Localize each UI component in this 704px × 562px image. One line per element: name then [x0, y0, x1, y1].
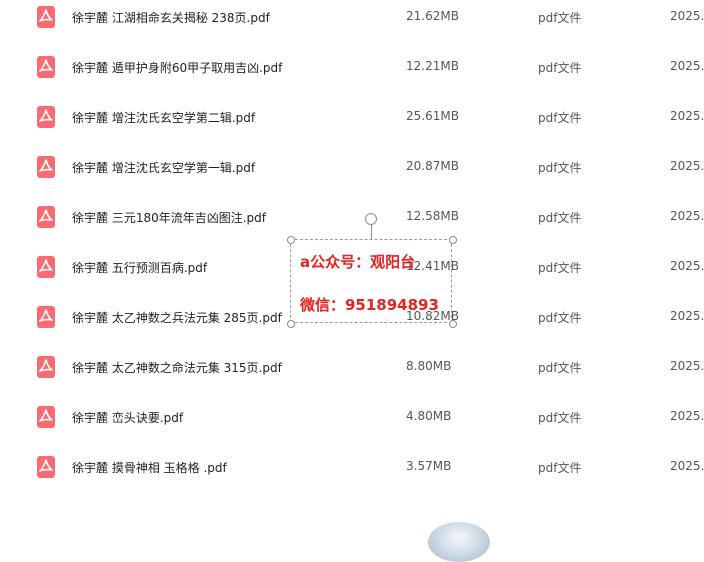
- resize-handle-bottom-left[interactable]: [287, 320, 295, 328]
- file-name: 徐宇麓 摸骨神相 玉格格 .pdf: [72, 461, 227, 475]
- file-date: 2025.0: [670, 209, 704, 223]
- pdf-file-icon: [37, 156, 55, 178]
- file-size: 21.62MB: [406, 9, 459, 23]
- file-row[interactable]: 徐宇麓 江湖相命玄关揭秘 238页.pdf 21.62MB pdf文件 2025…: [0, 0, 704, 42]
- file-type: pdf文件: [538, 61, 582, 75]
- file-date: 2025.0: [670, 59, 704, 73]
- pdf-file-icon: [37, 106, 55, 128]
- watermark-line-1: a公众号：观阳台: [300, 253, 416, 271]
- file-date: 2025.0: [670, 459, 704, 473]
- file-row[interactable]: 徐宇麓 峦头诀要.pdf 4.80MB pdf文件 2025.0: [0, 392, 704, 442]
- pdf-file-icon: [37, 56, 55, 78]
- file-name: 徐宇麓 遁甲护身附60甲子取用吉凶.pdf: [72, 61, 283, 75]
- file-size: 8.80MB: [406, 359, 452, 373]
- file-row[interactable]: 徐宇麓 摸骨神相 玉格格 .pdf 3.57MB pdf文件 2025.0: [0, 442, 704, 492]
- file-name: 徐宇麓 增注沈氏玄空学第二辑.pdf: [72, 111, 256, 125]
- pdf-file-icon: [37, 356, 55, 378]
- file-date: 2025.0: [670, 109, 704, 123]
- file-name: 徐宇麓 增注沈氏玄空学第一辑.pdf: [72, 161, 256, 175]
- file-date: 2025.0: [670, 309, 704, 323]
- file-type: pdf文件: [538, 461, 582, 475]
- file-size: 25.61MB: [406, 109, 459, 123]
- rotate-handle[interactable]: [365, 213, 377, 225]
- file-size: 4.80MB: [406, 409, 452, 423]
- pdf-file-icon: [37, 306, 55, 328]
- file-name: 徐宇麓 峦头诀要.pdf: [72, 411, 184, 425]
- file-type: pdf文件: [538, 211, 582, 225]
- file-name: 徐宇麓 太乙神数之命法元集 315页.pdf: [72, 361, 282, 375]
- file-date: 2025.0: [670, 409, 704, 423]
- file-date: 2025.0: [670, 9, 704, 23]
- file-type: pdf文件: [538, 261, 582, 275]
- file-date: 2025.0: [670, 259, 704, 273]
- file-type: pdf文件: [538, 311, 582, 325]
- file-type: pdf文件: [538, 411, 582, 425]
- file-row[interactable]: 徐宇麓 太乙神数之命法元集 315页.pdf 8.80MB pdf文件 2025…: [0, 342, 704, 392]
- resize-handle-top-right[interactable]: [449, 236, 457, 244]
- file-row[interactable]: 徐宇麓 增注沈氏玄空学第一辑.pdf 20.87MB pdf文件 2025.0: [0, 142, 704, 192]
- pdf-file-icon: [37, 456, 55, 478]
- rotate-stem: [371, 225, 372, 239]
- file-name: 徐宇麓 三元180年流年吉凶图注.pdf: [72, 211, 266, 225]
- file-name: 徐宇麓 江湖相命玄关揭秘 238页.pdf: [72, 11, 270, 25]
- floating-orb[interactable]: [428, 522, 490, 562]
- pdf-file-icon: [37, 256, 55, 278]
- file-type: pdf文件: [538, 361, 582, 375]
- file-row[interactable]: 徐宇麓 遁甲护身附60甲子取用吉凶.pdf 12.21MB pdf文件 2025…: [0, 42, 704, 92]
- file-name: 徐宇麓 太乙神数之兵法元集 285页.pdf: [72, 311, 282, 325]
- resize-handle-top-left[interactable]: [287, 236, 295, 244]
- file-type: pdf文件: [538, 161, 582, 175]
- pdf-file-icon: [37, 6, 55, 28]
- file-type: pdf文件: [538, 111, 582, 125]
- pdf-file-icon: [37, 206, 55, 228]
- file-date: 2025.0: [670, 159, 704, 173]
- file-size: 12.21MB: [406, 59, 459, 73]
- file-row[interactable]: 徐宇麓 增注沈氏玄空学第二辑.pdf 25.61MB pdf文件 2025.0: [0, 92, 704, 142]
- file-type: pdf文件: [538, 11, 582, 25]
- file-size: 3.57MB: [406, 459, 452, 473]
- file-name: 徐宇麓 五行预测百病.pdf: [72, 261, 208, 275]
- resize-handle-bottom-right[interactable]: [449, 320, 457, 328]
- pdf-file-icon: [37, 406, 55, 428]
- file-size: 20.87MB: [406, 159, 459, 173]
- file-size: 12.58MB: [406, 209, 459, 223]
- file-row[interactable]: 徐宇麓 三元180年流年吉凶图注.pdf 12.58MB pdf文件 2025.…: [0, 192, 704, 242]
- watermark-line-2: 微信：951894893: [300, 296, 439, 314]
- file-date: 2025.0: [670, 359, 704, 373]
